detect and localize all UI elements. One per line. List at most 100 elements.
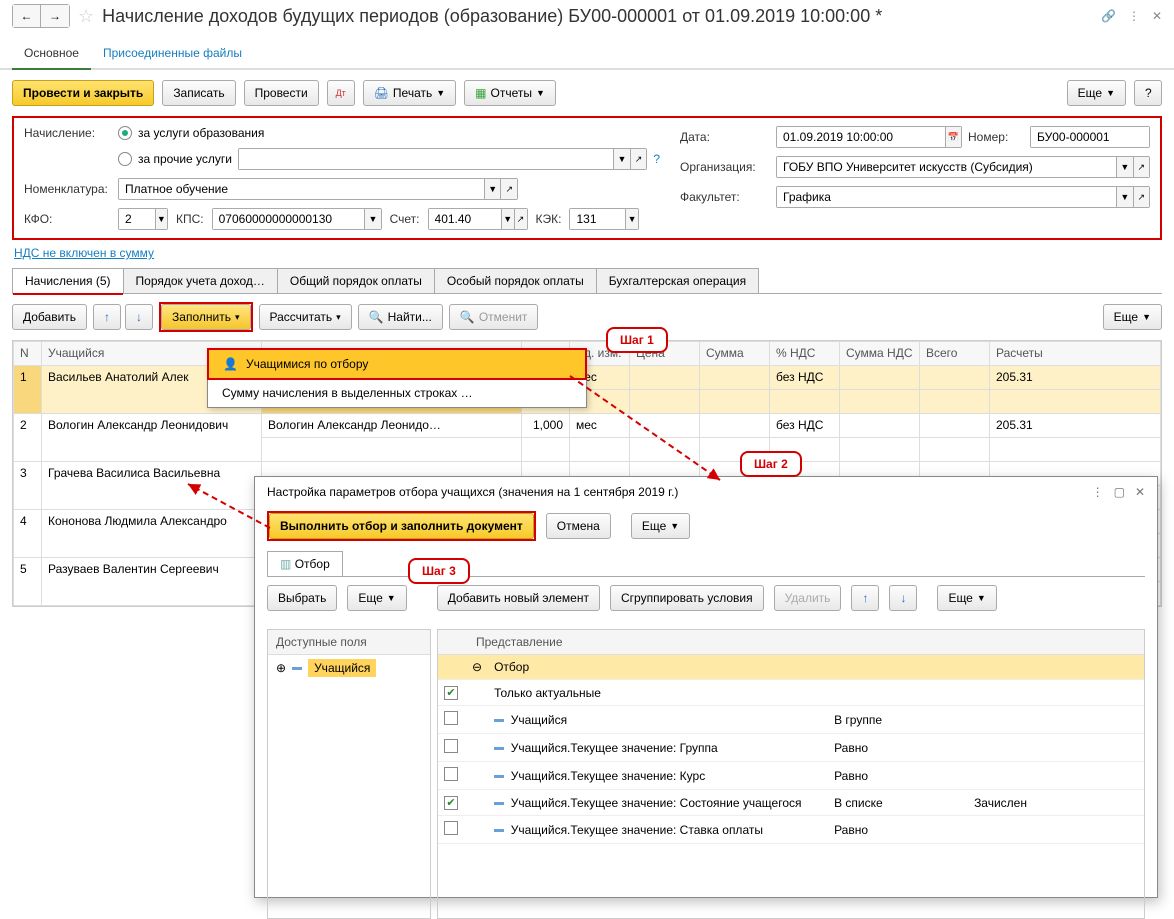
col-total: Всего (920, 342, 990, 366)
tab-income-order[interactable]: Порядок учета доход… (123, 268, 278, 293)
dialog-more-button[interactable]: Еще▼ (631, 513, 690, 539)
nav-main[interactable]: Основное (12, 38, 91, 70)
cancel-search-button[interactable]: 🔍Отменит (449, 304, 539, 330)
expand-icon[interactable]: ⊕ (276, 661, 286, 675)
dialog-cancel-button[interactable]: Отмена (546, 513, 611, 539)
grid-more-button[interactable]: Еще▼ (1103, 304, 1162, 330)
filter-row[interactable]: ✔Только актуальные (438, 680, 1144, 706)
number-input[interactable] (1031, 127, 1149, 147)
dk-icon-button[interactable]: Дт (327, 80, 355, 106)
filter-row[interactable]: Учащийся.Текущее значение: КурсРавно (438, 762, 1144, 790)
find-button[interactable]: 🔍Найти... (358, 304, 443, 330)
menu-item-sum-in-rows[interactable]: Сумму начисления в выделенных строках … (208, 379, 586, 407)
favorite-icon[interactable]: ☆ (78, 6, 94, 27)
vat-link[interactable]: НДС не включен в сумму (14, 246, 154, 260)
col-n: N (14, 342, 42, 366)
dialog-tab-filter[interactable]: ▥ Отбор (267, 551, 343, 576)
add-row-button[interactable]: Добавить (12, 304, 87, 330)
tab-accounting-op[interactable]: Бухгалтерская операция (596, 268, 759, 293)
nomenclature-label: Номенклатура: (24, 182, 118, 196)
group-conditions-button[interactable]: Сгруппировать условия (610, 585, 764, 611)
apply-selection-button[interactable]: Выполнить отбор и заполнить документ (269, 513, 534, 539)
tab-accruals[interactable]: Начисления (5) (12, 268, 124, 293)
help-hint-icon[interactable]: ? (653, 152, 660, 166)
kek-input[interactable] (570, 209, 624, 229)
col-sum: Сумма (700, 342, 770, 366)
tab-pay-common[interactable]: Общий порядок оплаты (277, 268, 435, 293)
filter-row[interactable]: ✔ Учащийся.Текущее значение: Состояние у… (438, 790, 1144, 816)
step2-callout: Шаг 2 (740, 451, 802, 477)
back-button[interactable]: ← (13, 5, 41, 27)
account-input[interactable] (429, 209, 501, 229)
tab-pay-special[interactable]: Особый порядок оплаты (434, 268, 597, 293)
step3-callout: Шаг 3 (408, 558, 470, 584)
filter-pane: Представление ⊖Отбор ✔Только актуальные … (437, 629, 1145, 919)
accrual-radio-other[interactable]: за прочие услуги (118, 152, 232, 166)
help-button[interactable]: ? (1134, 80, 1162, 106)
available-fields-pane: Доступные поля ⊕ Учащийся (267, 629, 431, 919)
dialog-title: Настройка параметров отбора учащихся (зн… (267, 485, 678, 499)
available-fields-header: Доступные поля (268, 630, 430, 655)
table-row[interactable]: 1 Васильев Анатолий Алек мес без НДС 205… (14, 366, 1161, 390)
add-element-button[interactable]: Добавить новый элемент (437, 585, 600, 611)
post-and-close-button[interactable]: Провести и закрыть (12, 80, 154, 106)
open-ref-icon[interactable]: ↗ (500, 179, 517, 199)
col-calc: Расчеты (990, 342, 1161, 366)
org-input[interactable] (777, 157, 1116, 177)
reports-button[interactable]: ▦Отчеты▼ (464, 80, 556, 106)
more-button[interactable]: Еще▼ (1067, 80, 1126, 106)
table-row[interactable]: 2 Вологин Александр Леонидович Вологин А… (14, 414, 1161, 438)
kfo-input[interactable] (119, 209, 155, 229)
representation-header: Представление (476, 635, 563, 649)
nav-attached-files[interactable]: Присоединенные файлы (91, 38, 254, 68)
accrual-label: Начисление: (24, 126, 118, 140)
dialog-close-icon[interactable]: ✕ (1135, 485, 1145, 499)
filter-up-button[interactable]: ↑ (851, 585, 879, 611)
col-vat-sum: Сумма НДС (840, 342, 920, 366)
menu-icon[interactable]: ⋮ (1128, 9, 1140, 23)
nomenclature-input[interactable] (119, 179, 484, 199)
filter-row[interactable]: Учащийся.Текущее значение: Ставка оплаты… (438, 816, 1144, 844)
menu-item-students-by-selection[interactable]: 👤 Учащимися по отбору (209, 350, 585, 378)
account-label: Счет: (390, 212, 420, 226)
forward-button[interactable]: → (41, 5, 69, 27)
calculate-button[interactable]: Рассчитать▾ (259, 304, 352, 330)
person-icon: 👤 (223, 357, 238, 371)
filter-row[interactable]: Учащийся.Текущее значение: ГруппаРавно (438, 734, 1144, 762)
dropdown-icon[interactable]: ▼ (484, 179, 501, 199)
choose-button[interactable]: Выбрать (267, 585, 337, 611)
col-vat-pct: % НДС (770, 342, 840, 366)
nav-back-forward: ← → (12, 4, 70, 28)
move-down-button[interactable]: ↓ (125, 304, 153, 330)
date-label: Дата: (680, 130, 770, 144)
tree-item-student[interactable]: ⊕ Учащийся (268, 655, 430, 681)
filter-row[interactable]: УчащийсяВ группе (438, 706, 1144, 734)
document-title: Начисление доходов будущих периодов (обр… (102, 6, 1093, 27)
dialog-menu-icon[interactable]: ⋮ (1092, 485, 1104, 499)
open-ref-icon[interactable]: ↗ (630, 149, 647, 169)
filter-root-row[interactable]: ⊖Отбор (438, 655, 1144, 680)
print-button[interactable]: 🖨Печать▼ (363, 80, 456, 106)
calendar-icon[interactable]: 📅 (945, 127, 961, 147)
other-service-input[interactable] (239, 149, 613, 169)
right-more-button[interactable]: Еще▼ (937, 585, 996, 611)
move-up-button[interactable]: ↑ (93, 304, 121, 330)
faculty-label: Факультет: (680, 190, 770, 204)
left-more-button[interactable]: Еще▼ (347, 585, 406, 611)
save-button[interactable]: Записать (162, 80, 235, 106)
kps-input[interactable] (213, 209, 365, 229)
link-icon[interactable]: 🔗 (1101, 9, 1116, 23)
dialog-max-icon[interactable]: ▢ (1114, 485, 1125, 499)
detail-tabs: Начисления (5) Порядок учета доход… Общи… (12, 268, 1162, 294)
fill-button[interactable]: Заполнить▾ (161, 304, 250, 330)
post-button[interactable]: Провести (244, 80, 319, 106)
faculty-input[interactable] (777, 187, 1116, 207)
dropdown-icon[interactable]: ▼ (613, 149, 630, 169)
accrual-radio-edu[interactable]: за услуги образования (118, 126, 660, 140)
date-input[interactable] (777, 127, 945, 147)
filter-down-button[interactable]: ↓ (889, 585, 917, 611)
close-icon[interactable]: ✕ (1152, 9, 1162, 23)
delete-button[interactable]: Удалить (774, 585, 842, 611)
org-label: Организация: (680, 160, 770, 174)
step1-callout: Шаг 1 (606, 327, 668, 353)
